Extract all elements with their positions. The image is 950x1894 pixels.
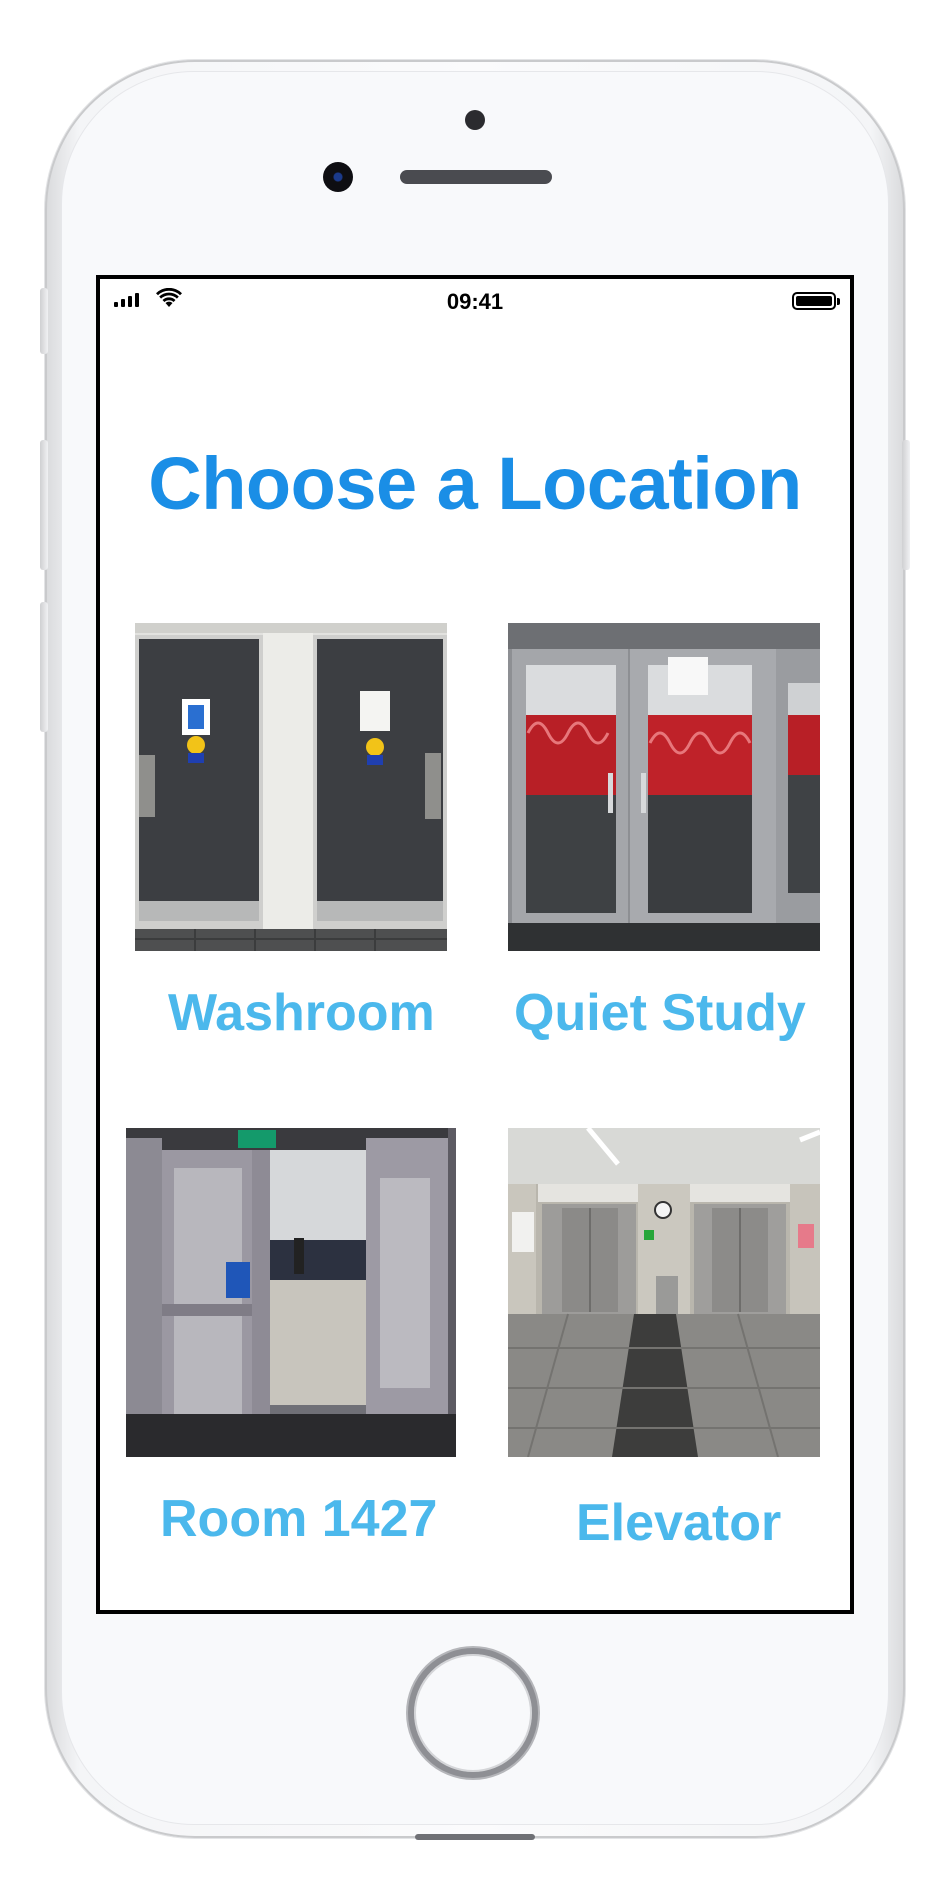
room-1427-tile[interactable] bbox=[126, 1128, 456, 1457]
room-1427-label[interactable]: Room 1427 bbox=[160, 1489, 437, 1549]
quiet-study-tile[interactable] bbox=[508, 623, 820, 951]
washroom-tile[interactable] bbox=[135, 623, 447, 951]
room-1427-doors-photo bbox=[126, 1128, 456, 1457]
power-button bbox=[902, 440, 910, 570]
elevator-lobby-photo bbox=[508, 1128, 820, 1457]
elevator-label[interactable]: Elevator bbox=[576, 1493, 781, 1553]
earpiece-speaker bbox=[400, 170, 552, 184]
volume-down-button bbox=[40, 602, 48, 732]
front-camera-icon bbox=[323, 162, 353, 192]
status-bar: 09:41 bbox=[100, 279, 850, 319]
quiet-study-doors-photo bbox=[508, 623, 820, 951]
volume-up-button bbox=[40, 440, 48, 570]
battery-icon bbox=[792, 292, 840, 310]
washroom-label[interactable]: Washroom bbox=[168, 983, 435, 1043]
mute-switch bbox=[40, 288, 48, 354]
page-title: Choose a Location bbox=[148, 442, 802, 525]
home-button[interactable] bbox=[408, 1648, 538, 1778]
elevator-tile[interactable] bbox=[508, 1128, 820, 1457]
washroom-doors-photo bbox=[135, 623, 447, 951]
device-screen: 09:41 Choose a Location Washroom Quiet S… bbox=[96, 275, 854, 1614]
status-time: 09:41 bbox=[446, 289, 504, 314]
front-sensor-icon bbox=[465, 110, 485, 130]
bottom-edge-bar bbox=[415, 1834, 535, 1840]
quiet-study-label[interactable]: Quiet Study bbox=[514, 983, 806, 1043]
